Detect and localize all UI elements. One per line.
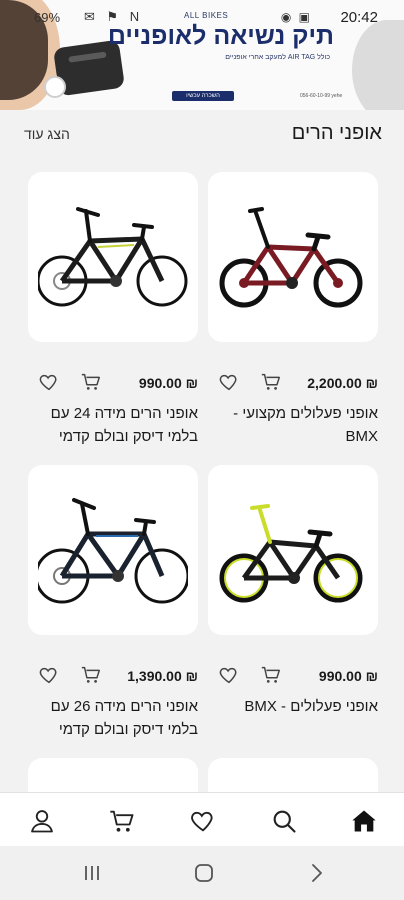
cart-icon[interactable]	[260, 664, 282, 686]
product-name[interactable]: אופני פעלולים - BMX	[208, 695, 378, 718]
home-icon[interactable]	[350, 807, 378, 835]
bicycle-icon	[38, 498, 188, 604]
banner-cta-button[interactable]: השכרה עכשיו	[172, 91, 234, 101]
product-name[interactable]: אופני הרים מידה 26 עם בלמי דיסק ובולם קד…	[28, 695, 198, 741]
heart-icon[interactable]	[38, 664, 60, 686]
product-name[interactable]: אופני הרים מידה 24 עם בלמי דיסק ובולם קד…	[28, 402, 198, 448]
show-more-link[interactable]: הצג עוד	[24, 126, 70, 142]
product-image[interactable]	[28, 465, 198, 635]
bicycle-icon	[219, 207, 363, 308]
heart-icon[interactable]	[38, 371, 60, 393]
product-image[interactable]	[28, 172, 198, 342]
product-actions: ₪ 1,390.00	[28, 664, 198, 690]
user-icon[interactable]	[28, 807, 56, 835]
product-price: ₪ 1,390.00	[127, 668, 198, 684]
product-price: ₪ 990.00	[138, 375, 198, 391]
cart-icon[interactable]	[260, 371, 282, 393]
product-card-partial[interactable]	[28, 758, 198, 794]
product-price: ₪ 2,200.00	[307, 375, 378, 391]
banner-subtitle: כולל AIR TAG למעקב אחרי אופניים	[225, 54, 330, 61]
product-image[interactable]	[208, 465, 378, 635]
product-card-partial[interactable]	[208, 758, 378, 794]
banner-phone: 056-60-10-99 yehe	[300, 93, 343, 99]
promo-banner[interactable]: 69% ✉ ⚑ N ◉ ▣ 20:42 ALL BIKES תיק נשיאה …	[0, 0, 404, 110]
product-price: ₪ 990.00	[318, 668, 378, 684]
product-card[interactable]: ₪ 1,390.00 אופני הרים מידה 26 עם בלמי די…	[28, 465, 198, 738]
search-icon[interactable]	[270, 807, 298, 835]
product-actions: ₪ 990.00	[28, 371, 198, 397]
home-button-icon[interactable]	[192, 862, 216, 884]
bicycle-icon	[219, 504, 363, 603]
cart-icon[interactable]	[80, 664, 102, 686]
heart-icon[interactable]	[189, 807, 217, 835]
heart-icon[interactable]	[218, 371, 240, 393]
battery-level: 69%	[34, 10, 61, 25]
system-navigation-bar	[0, 846, 404, 900]
product-card[interactable]: ₪ 990.00 אופני הרים מידה 24 עם בלמי דיסק…	[28, 172, 198, 445]
product-name[interactable]: אופני פעלולים מקצועי - BMX	[208, 402, 378, 448]
product-actions: ₪ 2,200.00	[208, 371, 378, 397]
bicycle-icon	[38, 207, 188, 307]
heart-icon[interactable]	[218, 664, 240, 686]
section-title: אופני הרים	[291, 122, 382, 144]
recent-apps-icon[interactable]	[80, 862, 104, 884]
cart-icon[interactable]	[108, 807, 136, 835]
status-time: 20:42	[340, 9, 378, 26]
product-card[interactable]: ₪ 990.00 אופני פעלולים - BMX	[208, 465, 378, 715]
product-card[interactable]: ₪ 2,200.00 אופני פעלולים מקצועי - BMX	[208, 172, 378, 445]
air-tag-image	[44, 76, 66, 98]
product-actions: ₪ 990.00	[208, 664, 378, 690]
bottom-navigation	[0, 792, 404, 846]
banner-decoration	[352, 20, 404, 110]
cart-icon[interactable]	[80, 371, 102, 393]
banner-brand: ALL BIKES	[184, 11, 229, 20]
back-icon[interactable]	[304, 862, 328, 884]
product-image[interactable]	[208, 172, 378, 342]
banner-title: תיק נשיאה לאופניים	[107, 22, 334, 50]
